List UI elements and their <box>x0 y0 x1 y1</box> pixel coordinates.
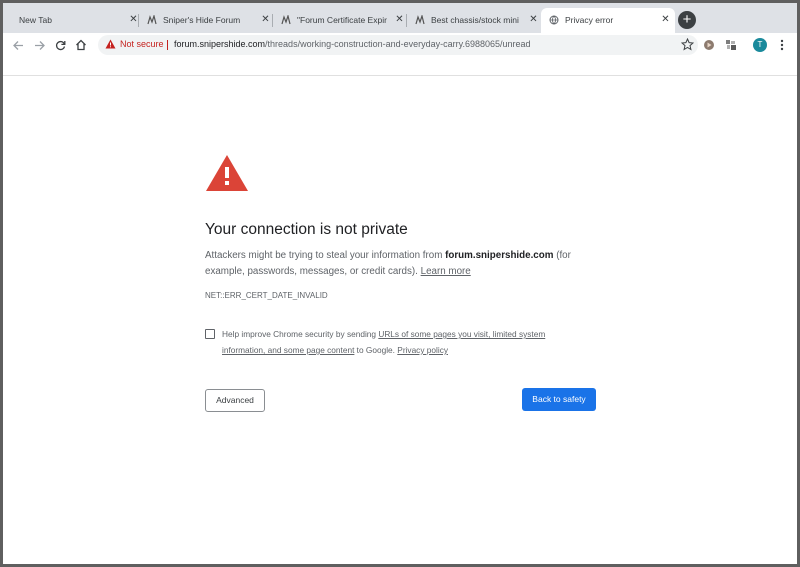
more-menu-icon[interactable] <box>778 38 786 52</box>
home-icon <box>76 39 86 51</box>
improve-security-checkbox[interactable] <box>205 329 215 339</box>
security-divider <box>167 40 168 50</box>
checkbox-prefix: Help improve Chrome security by sending <box>222 329 379 339</box>
forum-favicon-icon <box>281 15 291 25</box>
arrow-right-icon <box>34 40 45 50</box>
home-button[interactable] <box>72 36 90 54</box>
url-host: forum.snipershide.com <box>174 39 266 49</box>
back-button[interactable] <box>9 36 27 54</box>
tab-close-icon[interactable]: ✕ <box>527 13 540 26</box>
body-prefix: Attackers might be trying to steal your … <box>205 250 446 261</box>
tab-strip: New Tab ✕ Sniper's Hide Forum ✕ "Forum C… <box>3 3 797 33</box>
advanced-button[interactable]: Advanced <box>205 389 265 412</box>
tab-title: "Forum Certificate Expired <box>297 15 387 25</box>
tab-close-icon[interactable]: ✕ <box>393 13 406 26</box>
arrow-left-icon <box>12 40 23 50</box>
star-icon[interactable] <box>681 38 694 51</box>
tab-title: Privacy error <box>565 15 614 25</box>
learn-more-link[interactable]: Learn more <box>421 266 471 277</box>
tab-snipers-hide-forum[interactable]: Sniper's Hide Forum ✕ <box>139 8 273 33</box>
tab-new-tab[interactable]: New Tab ✕ <box>9 8 139 33</box>
new-tab-button[interactable]: + <box>678 11 696 29</box>
url-path: /threads/working-construction-and-everyd… <box>265 39 531 49</box>
puzzle-extension-icon[interactable] <box>725 39 737 51</box>
profile-avatar[interactable]: T <box>753 38 767 52</box>
checkbox-middle: to Google. <box>354 345 398 355</box>
tab-forum-certificate-expired[interactable]: "Forum Certificate Expired ✕ <box>273 8 407 33</box>
improve-security-text: Help improve Chrome security by sending … <box>222 326 572 358</box>
forum-favicon-icon <box>415 15 425 25</box>
browser-toolbar: Not secure forum.snipershide.com/threads… <box>3 33 797 57</box>
not-secure-label[interactable]: Not secure <box>120 39 164 49</box>
tab-privacy-error[interactable]: Privacy error ✕ <box>541 8 675 33</box>
page-title: Your connection is not private <box>205 221 408 238</box>
tab-best-chassis[interactable]: Best chassis/stock mini 14 ✕ <box>407 8 541 33</box>
error-code[interactable]: NET::ERR_CERT_DATE_INVALID <box>205 291 328 300</box>
warning-triangle-icon <box>206 155 248 191</box>
browser-window: New Tab ✕ Sniper's Hide Forum ✕ "Forum C… <box>3 3 797 564</box>
extension-icon[interactable] <box>703 39 715 51</box>
privacy-policy-link[interactable]: Privacy policy <box>397 345 448 355</box>
back-to-safety-button[interactable]: Back to safety <box>522 388 596 411</box>
tab-title: Sniper's Hide Forum <box>163 15 241 25</box>
tab-title: New Tab <box>19 15 52 25</box>
page-content: Your connection is not private Attackers… <box>3 76 797 564</box>
tab-close-icon[interactable]: ✕ <box>259 13 272 26</box>
explanation-text: Attackers might be trying to steal your … <box>205 248 605 280</box>
address-bar[interactable]: Not secure forum.snipershide.com/threads… <box>98 35 698 55</box>
forum-favicon-icon <box>147 15 157 25</box>
warning-triangle-icon <box>105 39 116 49</box>
reload-icon <box>55 40 65 50</box>
body-host: forum.snipershide.com <box>445 250 554 261</box>
globe-icon <box>549 15 559 25</box>
tab-close-icon[interactable]: ✕ <box>659 13 672 26</box>
url-text[interactable]: forum.snipershide.com/threads/working-co… <box>174 39 531 49</box>
reload-button[interactable] <box>51 36 69 54</box>
tab-title: Best chassis/stock mini 14 <box>431 15 519 25</box>
forward-button[interactable] <box>30 36 48 54</box>
